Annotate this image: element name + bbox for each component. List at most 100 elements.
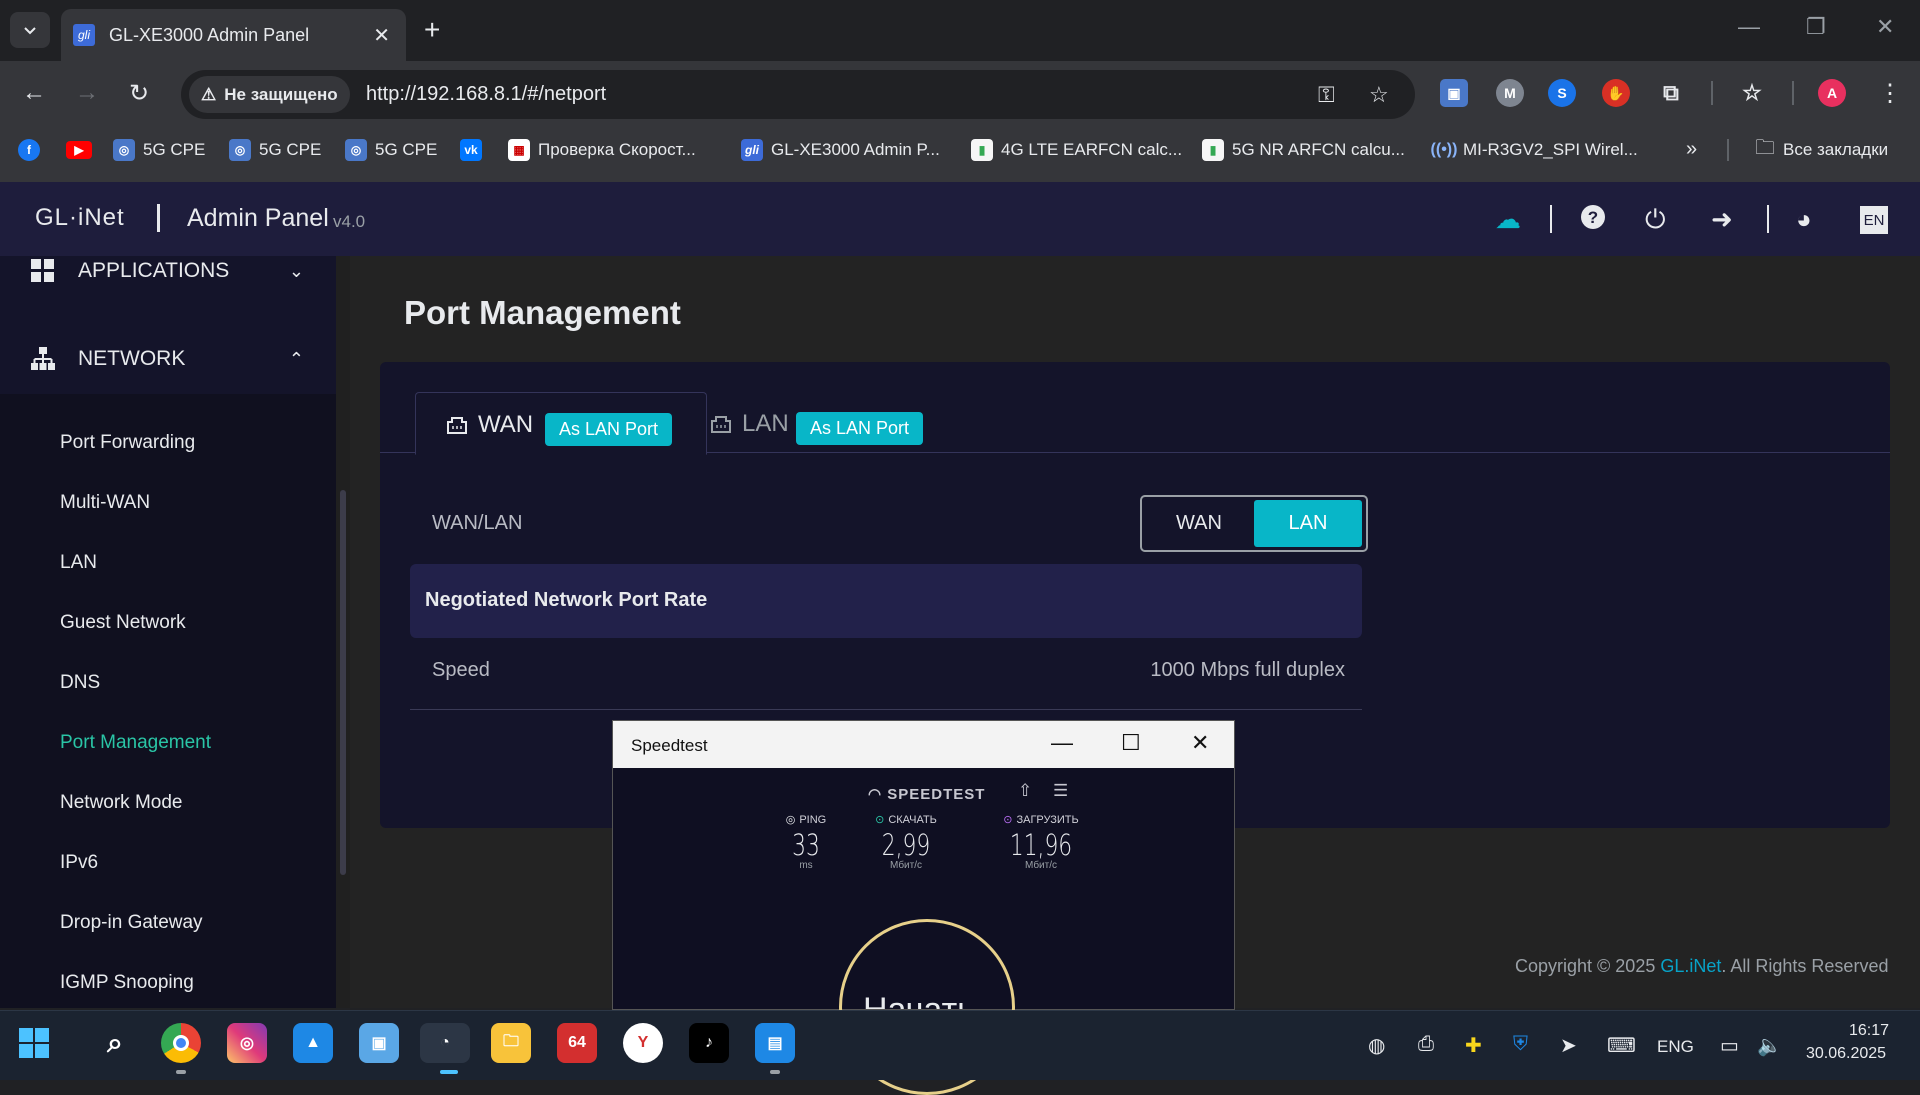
bookmark-item[interactable]: ▮ 5G NR ARFCN calcu...: [1202, 127, 1405, 172]
minimize-icon[interactable]: —: [1051, 730, 1073, 756]
address-bar[interactable]: ⚠ Не защищено http://192.168.8.1/#/netpo…: [181, 70, 1415, 119]
bookmark-item[interactable]: ▦ Проверка Скорост...: [508, 127, 696, 172]
bookmark-item[interactable]: ◎ 5G CPE: [229, 127, 321, 172]
tray-network-icon[interactable]: ▭: [1720, 1033, 1739, 1058]
sidebar-group-applications[interactable]: APPLICATIONS ⌄: [0, 256, 336, 286]
bookmarks-overflow-icon[interactable]: »: [1686, 127, 1697, 172]
bookmark-label: 4G LTE EARFCN calc...: [1001, 139, 1183, 159]
wanlan-toggle[interactable]: WAN LAN: [1140, 495, 1368, 552]
sidebar-item-network-mode[interactable]: Network Mode: [60, 792, 183, 814]
clock-time[interactable]: 16:17: [1849, 1022, 1889, 1040]
sidebar-item-multi-wan[interactable]: Multi-WAN: [60, 492, 150, 514]
toggle-option-wan[interactable]: WAN: [1146, 500, 1252, 547]
password-key-icon[interactable]: ⚿: [1318, 82, 1335, 108]
language-button[interactable]: EN: [1860, 206, 1888, 234]
sidebar: APPLICATIONS ⌄ NETWORK ⌃ Port Forwarding…: [0, 256, 336, 1008]
close-window-icon[interactable]: ✕: [1876, 14, 1894, 40]
sidebar-item-dns[interactable]: DNS: [60, 672, 100, 694]
extension-screenshot-icon[interactable]: ▣: [1440, 79, 1468, 107]
profile-avatar[interactable]: A: [1818, 79, 1846, 107]
cloud-icon[interactable]: ☁: [1495, 204, 1521, 235]
new-tab-button[interactable]: +: [424, 14, 440, 46]
security-label: Не защищено: [224, 84, 338, 104]
extensions-puzzle-icon[interactable]: ⧉: [1657, 79, 1685, 107]
folder-icon: 🗀: [1755, 136, 1775, 159]
search-icon[interactable]: ⌕: [95, 1023, 135, 1063]
glinet-link[interactable]: GL.iNet: [1660, 956, 1721, 976]
photos-app-icon[interactable]: ▲: [293, 1023, 333, 1063]
sidebar-item-port-management[interactable]: Port Management: [60, 732, 211, 754]
sidebar-item-port-forwarding[interactable]: Port Forwarding: [60, 432, 195, 454]
tab-close-icon[interactable]: ✕: [373, 23, 390, 48]
tray-usb-icon[interactable]: ⎙: [1418, 1033, 1434, 1056]
sidebar-group-network[interactable]: NETWORK ⌃: [0, 334, 336, 384]
tiktok-app-icon[interactable]: ♪: [689, 1023, 729, 1063]
sidebar-item-ipv6[interactable]: IPv6: [60, 852, 98, 874]
tray-security-shield-icon[interactable]: ⛨: [1513, 1033, 1528, 1056]
speedtest-titlebar[interactable]: Speedtest — ☐ ✕: [613, 721, 1234, 768]
tab-search-button[interactable]: [10, 12, 50, 48]
minimize-icon[interactable]: —: [1738, 14, 1760, 40]
toolbar-divider: [1711, 81, 1713, 105]
speedtest-app-icon[interactable]: ◔: [420, 1023, 470, 1063]
toggle-option-lan[interactable]: LAN: [1254, 500, 1362, 547]
instagram-app-icon[interactable]: ◎: [227, 1023, 267, 1063]
sidebar-item-drop-in-gateway[interactable]: Drop-in Gateway: [60, 912, 203, 934]
as-lan-port-badge: As LAN Port: [796, 412, 924, 445]
chevron-up-icon: ⌃: [288, 348, 304, 369]
bookmark-vk[interactable]: vk: [460, 127, 482, 172]
yandex-browser-icon[interactable]: Y: [623, 1023, 663, 1063]
glinet-logo[interactable]: GL·iNet: [35, 204, 125, 232]
bookmark-item[interactable]: ▮ 4G LTE EARFCN calc...: [971, 127, 1182, 172]
sidebar-item-igmp-snooping[interactable]: IGMP Snooping: [60, 972, 194, 994]
reading-list-icon[interactable]: ☆: [1738, 79, 1766, 107]
browser-tab-active[interactable]: gli GL-XE3000 Admin Panel ✕: [61, 9, 406, 61]
back-icon[interactable]: ←: [22, 79, 46, 107]
tray-network-globe-icon[interactable]: ◍: [1368, 1033, 1385, 1058]
forward-icon[interactable]: →: [75, 79, 99, 107]
sidebar-item-guest-network[interactable]: Guest Network: [60, 612, 186, 634]
sidebar-item-lan[interactable]: LAN: [60, 552, 97, 574]
tray-location-icon[interactable]: ➤: [1560, 1033, 1577, 1058]
chrome-app-icon[interactable]: [161, 1023, 201, 1063]
maximize-icon[interactable]: ☐: [1121, 730, 1141, 756]
bookmark-item[interactable]: ◎ 5G CPE: [113, 127, 205, 172]
notepad-app-icon[interactable]: ▤: [755, 1023, 795, 1063]
bookmark-facebook[interactable]: f: [18, 127, 40, 172]
file-explorer-icon[interactable]: 🗀: [491, 1023, 531, 1063]
url-text[interactable]: http://192.168.8.1/#/netport: [366, 83, 606, 106]
clock-date[interactable]: 30.06.2025: [1806, 1045, 1886, 1063]
reload-icon[interactable]: ↻: [129, 79, 149, 108]
share-icon[interactable]: ⇧: [1018, 781, 1032, 801]
tray-app-icon[interactable]: ✚: [1465, 1033, 1482, 1058]
bookmark-item[interactable]: ◎ 5G CPE: [345, 127, 437, 172]
sidebar-scrollbar[interactable]: [340, 490, 346, 875]
wireless-icon: ((•)): [1430, 140, 1458, 158]
tray-language[interactable]: ENG: [1657, 1037, 1694, 1057]
help-icon[interactable]: ?: [1580, 204, 1606, 230]
security-chip[interactable]: ⚠ Не защищено: [189, 76, 350, 113]
tab-wan[interactable]: WAN As LAN Port: [415, 392, 707, 455]
bookmark-item[interactable]: gli GL-XE3000 Admin P...: [741, 127, 940, 172]
aida64-app-icon[interactable]: 64: [557, 1023, 597, 1063]
all-bookmarks-button[interactable]: 🗀 Все закладки: [1755, 127, 1888, 172]
browser-tab-bar: gli GL-XE3000 Admin Panel ✕ + — ❐ ✕: [0, 0, 1920, 61]
close-icon[interactable]: ✕: [1191, 730, 1209, 756]
extension-m-icon[interactable]: M: [1496, 79, 1524, 107]
tab-lan[interactable]: LAN As LAN Port: [710, 392, 1040, 455]
start-button[interactable]: [14, 1023, 54, 1063]
extension-blue-icon[interactable]: S: [1548, 79, 1576, 107]
tray-volume-icon[interactable]: 🔈: [1757, 1033, 1782, 1058]
gallery-app-icon[interactable]: ▣: [359, 1023, 399, 1063]
theme-palette-icon[interactable]: ◕: [1796, 204, 1812, 235]
extension-hand-icon[interactable]: ✋: [1602, 79, 1630, 107]
bookmark-item[interactable]: ((•)) MI-R3GV2_SPI Wirel...: [1430, 127, 1638, 172]
bookmark-star-icon[interactable]: ☆: [1369, 82, 1389, 108]
restore-icon[interactable]: ❐: [1806, 14, 1826, 40]
logout-icon[interactable]: ➜: [1711, 204, 1733, 235]
power-icon[interactable]: ⏻: [1645, 204, 1666, 236]
settings-sliders-icon[interactable]: ☰: [1053, 781, 1068, 801]
menu-kebab-icon[interactable]: ⋮: [1878, 79, 1902, 108]
bookmark-youtube[interactable]: ▶: [66, 127, 92, 172]
tray-keyboard-icon[interactable]: ⌨: [1607, 1033, 1636, 1058]
